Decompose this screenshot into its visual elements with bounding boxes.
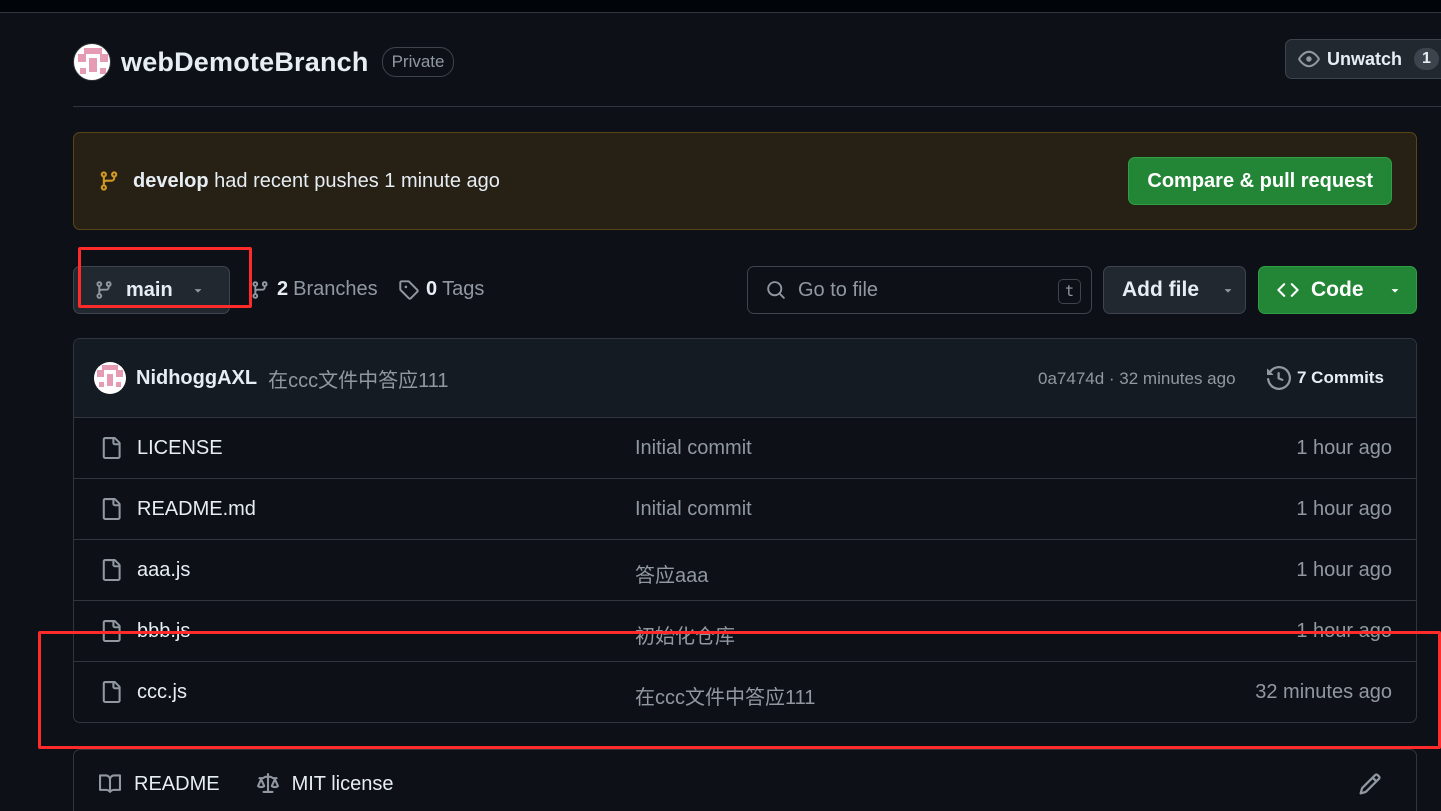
- tab-readme[interactable]: README: [98, 773, 220, 796]
- unwatch-button[interactable]: Unwatch 1: [1285, 39, 1441, 79]
- caret-down-icon: [1391, 289, 1398, 293]
- file-commit-time: 1 hour ago: [1296, 498, 1392, 520]
- commit-author-avatar[interactable]: [94, 362, 126, 394]
- code-button[interactable]: Code: [1258, 266, 1417, 314]
- push-message-text: had recent pushes 1 minute ago: [214, 169, 500, 192]
- annotation-box-files: [38, 631, 1441, 749]
- tab-license[interactable]: MIT license: [256, 772, 394, 796]
- branches-label: Branches: [293, 278, 378, 300]
- search-icon: [767, 281, 785, 299]
- file-commit-message[interactable]: Initial commit: [635, 437, 752, 460]
- add-file-label: Add file: [1122, 278, 1199, 301]
- file-icon: [102, 437, 121, 459]
- add-file-button[interactable]: Add file: [1103, 266, 1246, 314]
- tag-icon: [399, 280, 419, 300]
- file-name-link[interactable]: README.md: [137, 498, 256, 521]
- search-placeholder: Go to file: [798, 278, 879, 301]
- watchers-count: 1: [1414, 48, 1439, 70]
- branches-count: 2: [277, 278, 289, 300]
- file-commit-time: 1 hour ago: [1296, 559, 1392, 581]
- code-label: Code: [1311, 278, 1364, 301]
- commit-message-link[interactable]: 在ccc文件中答应111: [268, 364, 448, 393]
- git-branch-icon: [100, 171, 118, 191]
- code-icon: [1277, 283, 1299, 297]
- top-nav-edge: [0, 0, 1441, 13]
- commits-count-label: 7 Commits: [1297, 368, 1384, 387]
- compare-pull-request-button[interactable]: Compare & pull request: [1128, 157, 1392, 205]
- repo-owner-avatar[interactable]: [73, 43, 111, 81]
- tags-count: 0: [426, 278, 438, 300]
- pencil-icon[interactable]: [1358, 772, 1382, 796]
- readme-tabs-bar: README MIT license: [73, 749, 1417, 811]
- latest-commit-row: NidhoggAXL 在ccc文件中答应111 0a7474d · 32 min…: [74, 339, 1416, 418]
- unwatch-label: Unwatch: [1327, 48, 1403, 69]
- repo-header: webDemoteBranch Private: [73, 42, 455, 82]
- file-row[interactable]: aaa.js 答应aaa 1 hour ago: [74, 540, 1416, 601]
- file-commit-message[interactable]: 答应aaa: [635, 559, 708, 588]
- tags-link[interactable]: 0 Tags: [398, 278, 484, 301]
- license-tab-label: MIT license: [291, 772, 394, 795]
- push-message: develop had recent pushes 1 minute ago: [133, 170, 500, 193]
- keyboard-shortcut-hint: t: [1058, 279, 1081, 304]
- header-divider: [73, 106, 1441, 107]
- commit-hash-time[interactable]: 0a7474d · 32 minutes ago: [1038, 369, 1236, 389]
- file-name-link[interactable]: LICENSE: [137, 437, 223, 460]
- repo-name-link[interactable]: webDemoteBranch: [121, 47, 369, 78]
- go-to-file-input[interactable]: Go to file t: [747, 266, 1092, 314]
- history-icon: [1267, 366, 1291, 390]
- tags-label: Tags: [442, 278, 485, 300]
- book-icon: [99, 774, 122, 793]
- commit-author-link[interactable]: NidhoggAXL: [136, 367, 257, 390]
- visibility-badge: Private: [381, 47, 455, 77]
- git-branch-icon: [252, 280, 268, 299]
- file-row[interactable]: README.md Initial commit 1 hour ago: [74, 479, 1416, 540]
- annotation-box-branch: [78, 247, 252, 308]
- file-name-link[interactable]: aaa.js: [137, 559, 190, 582]
- eye-icon: [1298, 50, 1320, 68]
- file-row[interactable]: LICENSE Initial commit 1 hour ago: [74, 418, 1416, 479]
- readme-tab-label: README: [134, 772, 220, 795]
- pushed-branch-name[interactable]: develop: [133, 170, 209, 192]
- caret-down-icon: [1224, 289, 1232, 293]
- file-icon: [102, 498, 121, 520]
- file-commit-message[interactable]: Initial commit: [635, 498, 752, 521]
- file-icon: [102, 559, 121, 581]
- recent-push-banner: develop had recent pushes 1 minute ago C…: [73, 132, 1417, 230]
- commits-history-link[interactable]: 7 Commits: [1267, 366, 1384, 390]
- branches-link[interactable]: 2 Branches: [250, 278, 378, 301]
- law-icon: [256, 773, 279, 793]
- file-commit-time: 1 hour ago: [1296, 437, 1392, 459]
